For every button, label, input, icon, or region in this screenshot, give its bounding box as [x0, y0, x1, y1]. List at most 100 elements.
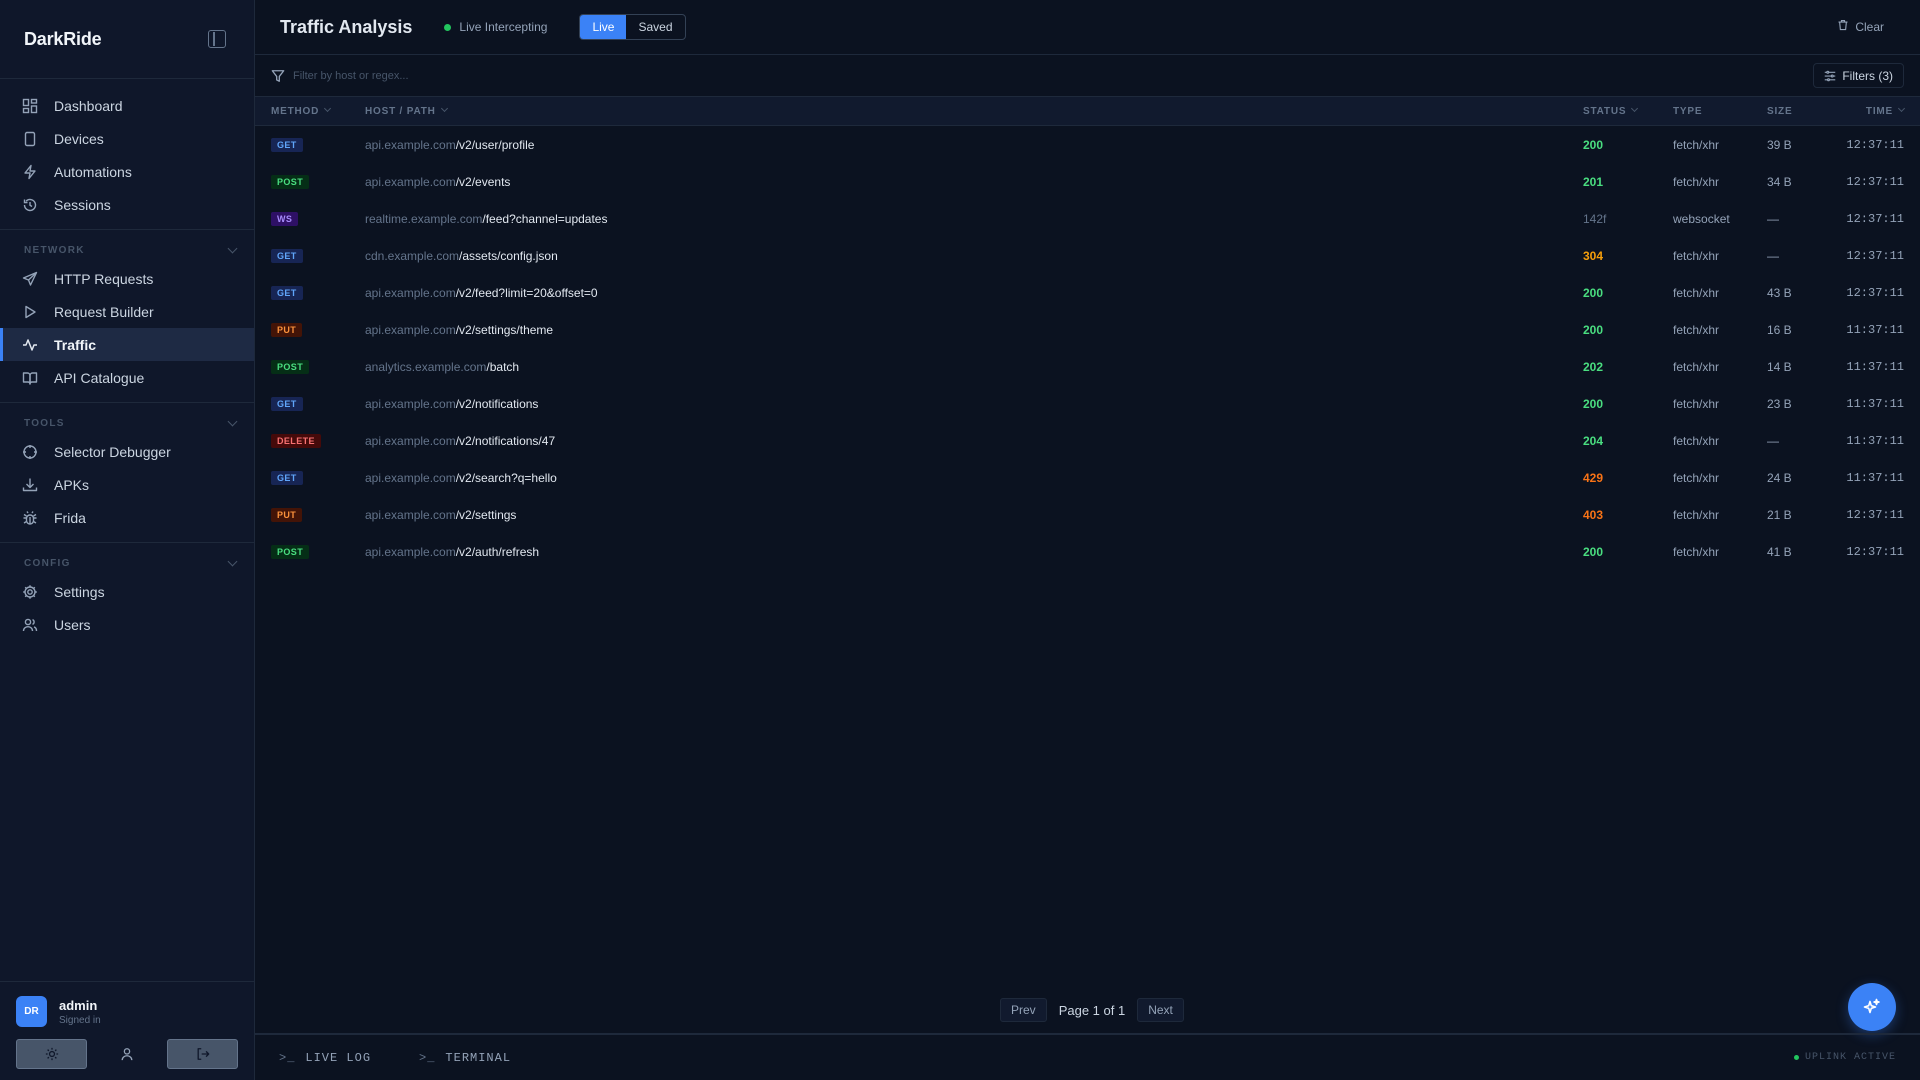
- column-header-method[interactable]: METHOD: [271, 104, 332, 117]
- table-row[interactable]: POST api.example.com/v2/auth/refresh 200 fe…: [255, 533, 1920, 570]
- section-header-tools[interactable]: TOOLS: [0, 411, 254, 435]
- user-name: admin: [59, 997, 98, 1013]
- column-header-status[interactable]: STATUS: [1583, 104, 1639, 117]
- type-cell: fetch/xhr: [1673, 248, 1720, 263]
- prev-page-button[interactable]: Prev: [1000, 998, 1047, 1022]
- size-cell: —: [1767, 433, 1779, 448]
- download-icon: [21, 476, 39, 494]
- collapse-sidebar-icon[interactable]: [208, 30, 226, 48]
- type-cell: fetch/xhr: [1673, 322, 1720, 337]
- section-header-config[interactable]: CONFIG: [0, 551, 254, 575]
- filter-bar: Filters (3): [255, 55, 1920, 97]
- sidebar-item-selector-debugger[interactable]: Selector Debugger: [0, 435, 254, 468]
- table-row[interactable]: GET api.example.com/v2/user/profile 200 fet…: [255, 126, 1920, 163]
- play-icon: [21, 303, 39, 321]
- tab-live-log[interactable]: >_ LIVE LOG: [279, 1051, 371, 1065]
- filter-input[interactable]: [293, 69, 693, 82]
- clear-button[interactable]: Clear: [1837, 19, 1884, 34]
- time-cell: 12:37:11: [1846, 507, 1904, 522]
- table-row[interactable]: PUT api.example.com/v2/settings/theme 200 f…: [255, 311, 1920, 348]
- status-cell: 200: [1583, 137, 1604, 152]
- method-badge: POST: [271, 545, 310, 559]
- status-cell: 204: [1583, 433, 1604, 448]
- status-dot: [444, 23, 452, 31]
- filters-button[interactable]: Filters (3): [1813, 63, 1904, 88]
- brand-row: DarkRide: [0, 0, 254, 79]
- sidebar-item-apks[interactable]: APKs: [0, 468, 254, 501]
- page-title: Traffic Analysis: [280, 16, 413, 37]
- sidebar-item-api-catalogue[interactable]: API Catalogue: [0, 361, 254, 394]
- sidebar-item-dashboard[interactable]: Dashboard: [0, 89, 254, 122]
- status-cell: 304: [1583, 248, 1604, 263]
- sidebar-item-traffic[interactable]: Traffic: [0, 328, 254, 361]
- size-cell: 21 B: [1767, 507, 1792, 522]
- app-brand: DarkRide: [24, 28, 102, 49]
- sidebar-item-devices[interactable]: Devices: [0, 122, 254, 155]
- sidebar-item-settings[interactable]: Settings: [0, 575, 254, 608]
- table-row[interactable]: GET cdn.example.com/assets/config.json 304…: [255, 237, 1920, 274]
- assistant-fab-button[interactable]: [1848, 983, 1896, 1031]
- sidebar-item-automations[interactable]: Automations: [0, 155, 254, 188]
- column-header-type[interactable]: TYPE: [1673, 106, 1702, 117]
- method-cell: GET: [271, 396, 303, 411]
- sidebar-item-request-builder[interactable]: Request Builder: [0, 295, 254, 328]
- host-path-cell: realtime.example.com/feed?channel=update…: [365, 212, 607, 226]
- method-cell: GET: [271, 137, 303, 152]
- table-row[interactable]: GET api.example.com/v2/search?q=hello 429 f…: [255, 459, 1920, 496]
- host-path-cell: api.example.com/v2/auth/refresh: [365, 545, 539, 559]
- path-text: /assets/config.json: [459, 248, 558, 263]
- sidebar-item-http-requests[interactable]: HTTP Requests: [0, 262, 254, 295]
- table-row[interactable]: POST api.example.com/v2/events 201 fetch/xh…: [255, 163, 1920, 200]
- status-cell: 202: [1583, 359, 1604, 374]
- sidebar-item-label: Selector Debugger: [54, 443, 171, 460]
- user-row[interactable]: DR admin Signed in: [16, 996, 238, 1027]
- column-header-size[interactable]: SIZE: [1767, 106, 1792, 117]
- time-cell: 11:37:11: [1846, 396, 1904, 411]
- table-row[interactable]: WS realtime.example.com/feed?channel=upda…: [255, 200, 1920, 237]
- table-row[interactable]: PUT api.example.com/v2/settings 403 fetch/x…: [255, 496, 1920, 533]
- theme-toggle-button[interactable]: [16, 1039, 87, 1069]
- sun-icon: [45, 1047, 58, 1061]
- next-page-button[interactable]: Next: [1137, 998, 1184, 1022]
- main-content: Traffic Analysis Live Intercepting Live …: [255, 0, 1920, 1080]
- method-badge: PUT: [271, 508, 303, 522]
- gear-icon: [21, 583, 39, 601]
- time-cell: 12:37:11: [1846, 285, 1904, 300]
- host-text: api.example.com: [365, 174, 456, 189]
- mode-saved-button[interactable]: Saved: [626, 15, 684, 39]
- column-header-time[interactable]: TIME: [1865, 104, 1906, 117]
- sparkle-icon: [1863, 998, 1880, 1014]
- filters-label: Filters (3): [1842, 68, 1893, 83]
- table-row[interactable]: GET api.example.com/v2/notifications 200 fe…: [255, 385, 1920, 422]
- path-text: /v2/user/profile: [455, 137, 535, 152]
- live-status-text: Live Intercepting: [459, 20, 548, 34]
- table-row[interactable]: GET api.example.com/v2/feed?limit=20&offs…: [255, 274, 1920, 311]
- history-icon: [21, 196, 39, 214]
- column-header-host[interactable]: HOST / PATH: [365, 104, 448, 117]
- status-cell: 200: [1583, 396, 1604, 411]
- tab-terminal[interactable]: >_ TERMINAL: [419, 1051, 511, 1065]
- table-row[interactable]: POST analytics.example.com/batch 202 fetch/…: [255, 348, 1920, 385]
- sidebar-item-frida[interactable]: Frida: [0, 501, 254, 534]
- sliders-icon: [1824, 70, 1836, 82]
- crosshair-icon: [21, 443, 39, 461]
- host-path-cell: api.example.com/v2/events: [365, 175, 510, 189]
- method-cell: POST: [271, 174, 310, 189]
- profile-button[interactable]: [87, 1039, 167, 1069]
- host-text: api.example.com: [365, 396, 456, 411]
- user-actions: [16, 1039, 238, 1069]
- status-cell: 201: [1583, 174, 1604, 189]
- sidebar-item-sessions[interactable]: Sessions: [0, 188, 254, 221]
- section-header-network[interactable]: NETWORK: [0, 238, 254, 262]
- mode-live-button[interactable]: Live: [580, 15, 627, 39]
- table-row[interactable]: DELETE api.example.com/v2/notifications/4…: [255, 422, 1920, 459]
- logout-button[interactable]: [167, 1039, 238, 1069]
- host-text: cdn.example.com: [365, 248, 460, 263]
- sidebar-item-label: APKs: [54, 476, 90, 493]
- bug-icon: [21, 509, 39, 527]
- type-cell: fetch/xhr: [1673, 396, 1720, 411]
- sidebar-item-users[interactable]: Users: [0, 608, 254, 641]
- column-header-label: TIME: [1865, 105, 1893, 117]
- user-icon: [121, 1048, 133, 1061]
- uplink-status: UPLINK ACTIVE: [1793, 1052, 1896, 1063]
